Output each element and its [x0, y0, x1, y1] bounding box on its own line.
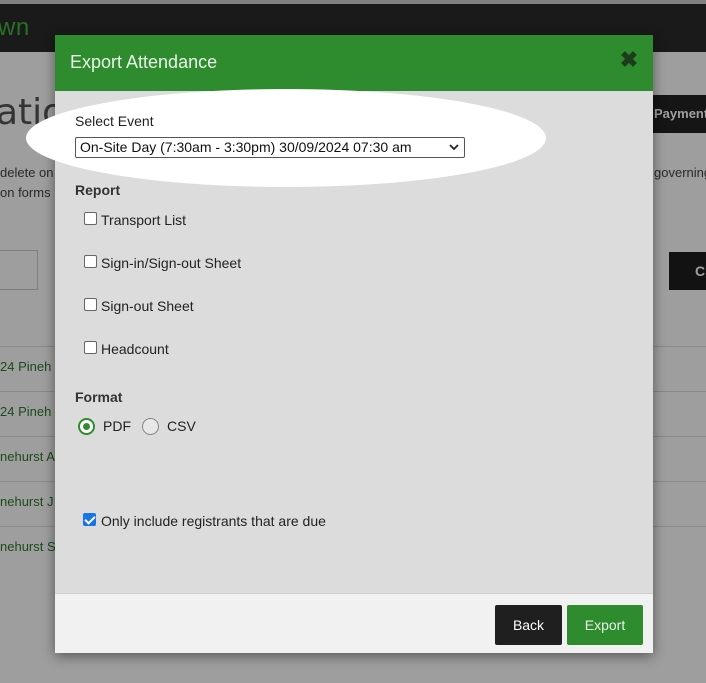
- headcount-label[interactable]: Headcount: [101, 341, 169, 357]
- modal-body: Select Event On-Site Day (7:30am - 3:30p…: [26, 89, 653, 593]
- chevron-down-icon: [449, 144, 459, 151]
- close-icon[interactable]: ✖: [617, 48, 641, 72]
- due-only-checkbox[interactable]: [83, 513, 96, 526]
- headcount-checkbox[interactable]: [84, 341, 97, 354]
- sign-in-out-sheet-checkbox[interactable]: [84, 255, 97, 268]
- report-label: Report: [75, 182, 121, 198]
- sign-in-out-sheet-label[interactable]: Sign-in/Sign-out Sheet: [101, 255, 241, 271]
- transport-list-label[interactable]: Transport List: [101, 212, 186, 228]
- modal-title: Export Attendance: [70, 52, 218, 72]
- csv-radio[interactable]: [142, 418, 159, 435]
- modal-header: Export Attendance ✖: [55, 35, 653, 91]
- select-event-value: On-Site Day (7:30am - 3:30pm) 30/09/2024…: [80, 139, 412, 155]
- sign-out-sheet-label[interactable]: Sign-out Sheet: [101, 298, 194, 314]
- csv-radio-label[interactable]: CSV: [167, 418, 196, 434]
- pdf-radio[interactable]: [78, 418, 95, 435]
- format-label: Format: [75, 389, 123, 405]
- due-only-label[interactable]: Only include registrants that are due: [101, 513, 326, 529]
- select-event-dropdown[interactable]: On-Site Day (7:30am - 3:30pm) 30/09/2024…: [75, 137, 465, 158]
- sign-out-sheet-checkbox[interactable]: [84, 298, 97, 311]
- back-button[interactable]: Back: [495, 605, 562, 645]
- transport-list-checkbox[interactable]: [84, 212, 97, 225]
- pdf-radio-label[interactable]: PDF: [103, 418, 131, 434]
- modal-footer: Back Export: [55, 593, 653, 653]
- select-event-label: Select Event: [75, 113, 154, 129]
- export-button[interactable]: Export: [567, 605, 643, 645]
- export-attendance-modal: Export Attendance ✖ Select Event On-Site…: [26, 35, 653, 653]
